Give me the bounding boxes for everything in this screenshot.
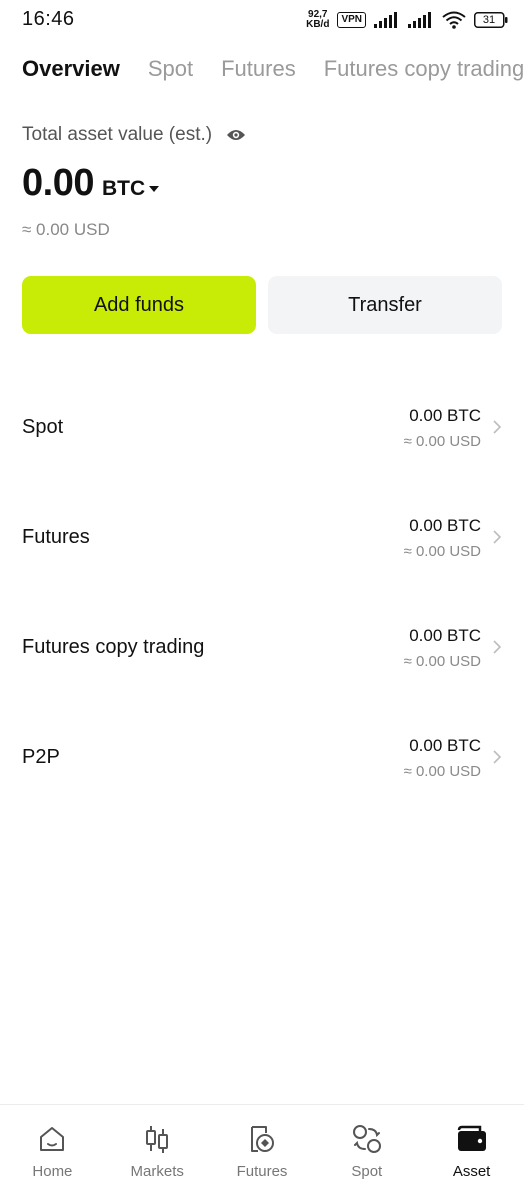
status-bar: 16:46 92,7 KB/d VPN 31 bbox=[0, 0, 524, 40]
status-icons: 92,7 KB/d VPN 31 bbox=[306, 8, 508, 32]
caret-down-icon bbox=[149, 186, 160, 192]
account-name: Spot bbox=[22, 416, 64, 438]
nav-markets[interactable]: Markets bbox=[105, 1105, 210, 1200]
nav-futures[interactable]: Futures bbox=[210, 1105, 315, 1200]
network-speed: 92,7 KB/d bbox=[306, 10, 329, 30]
account-btc-balance: 0.00 BTC bbox=[409, 406, 481, 425]
currency-unit: BTC bbox=[101, 177, 146, 200]
nav-label: Asset bbox=[452, 1163, 491, 1180]
account-row-p2p[interactable]: P2P 0.00 BTC ≈ 0.00 USD bbox=[0, 702, 524, 812]
account-name: Futures bbox=[22, 526, 90, 548]
account-usd-balance: ≈ 0.00 USD bbox=[403, 433, 481, 450]
network-speed-unit: KB/d bbox=[306, 19, 330, 30]
nav-label: Futures bbox=[236, 1163, 288, 1180]
total-asset-header: Total asset value (est.) bbox=[22, 124, 246, 146]
wallet-icon bbox=[456, 1123, 488, 1155]
account-list: Spot 0.00 BTC ≈ 0.00 USD Futures 0.00 BT… bbox=[0, 372, 524, 812]
tab-spot[interactable]: Spot bbox=[148, 54, 193, 86]
account-btc-balance: 0.00 BTC bbox=[409, 516, 481, 535]
signal-icon-2 bbox=[408, 12, 434, 28]
tab-overview[interactable]: Overview bbox=[22, 54, 120, 86]
wifi-icon bbox=[442, 11, 466, 29]
nav-asset[interactable]: Asset bbox=[419, 1105, 524, 1200]
total-usd-value: ≈ 0.00 USD bbox=[22, 220, 110, 239]
signal-icon bbox=[374, 12, 400, 28]
status-time: 16:46 bbox=[22, 8, 75, 30]
candlestick-icon bbox=[141, 1123, 173, 1155]
nav-label: Markets bbox=[130, 1163, 184, 1180]
account-usd-balance: ≈ 0.00 USD bbox=[403, 763, 481, 780]
nav-label: Spot bbox=[351, 1163, 383, 1180]
total-asset-value: 0.00 BTC bbox=[22, 162, 160, 205]
battery-icon: 31 bbox=[474, 12, 508, 28]
nav-home[interactable]: Home bbox=[0, 1105, 105, 1200]
account-name: P2P bbox=[22, 746, 60, 768]
currency-selector[interactable]: BTC bbox=[101, 177, 160, 201]
chevron-right-icon bbox=[493, 530, 502, 544]
add-funds-button[interactable]: Add funds bbox=[22, 276, 256, 334]
account-row-futures-copy-trading[interactable]: Futures copy trading 0.00 BTC ≈ 0.00 USD bbox=[0, 592, 524, 702]
chevron-right-icon bbox=[493, 750, 502, 764]
tab-futures-copy-trading[interactable]: Futures copy trading bbox=[324, 54, 524, 86]
account-btc-balance: 0.00 BTC bbox=[409, 736, 481, 755]
chevron-right-icon bbox=[493, 640, 502, 654]
tab-futures[interactable]: Futures bbox=[221, 54, 296, 86]
swap-icon bbox=[351, 1123, 383, 1155]
eye-icon[interactable] bbox=[226, 125, 246, 145]
vpn-icon: VPN bbox=[337, 12, 366, 28]
account-btc-balance: 0.00 BTC bbox=[409, 626, 481, 645]
account-usd-balance: ≈ 0.00 USD bbox=[403, 653, 481, 670]
account-row-futures[interactable]: Futures 0.00 BTC ≈ 0.00 USD bbox=[0, 482, 524, 592]
chevron-right-icon bbox=[493, 420, 502, 434]
total-asset-label: Total asset value (est.) bbox=[22, 124, 213, 145]
account-usd-balance: ≈ 0.00 USD bbox=[403, 543, 481, 560]
account-row-spot[interactable]: Spot 0.00 BTC ≈ 0.00 USD bbox=[0, 372, 524, 482]
transfer-button[interactable]: Transfer bbox=[268, 276, 502, 334]
nav-label: Home bbox=[32, 1163, 73, 1180]
asset-tabs: Overview Spot Futures Futures copy tradi… bbox=[22, 54, 524, 86]
bottom-nav: Home Markets Futures Spot Asset bbox=[0, 1104, 524, 1200]
battery-level: 31 bbox=[482, 14, 496, 26]
total-value-amount: 0.00 bbox=[22, 162, 94, 204]
account-name: Futures copy trading bbox=[22, 636, 205, 658]
nav-spot[interactable]: Spot bbox=[314, 1105, 419, 1200]
futures-doc-icon bbox=[246, 1123, 278, 1155]
home-icon bbox=[36, 1123, 68, 1155]
